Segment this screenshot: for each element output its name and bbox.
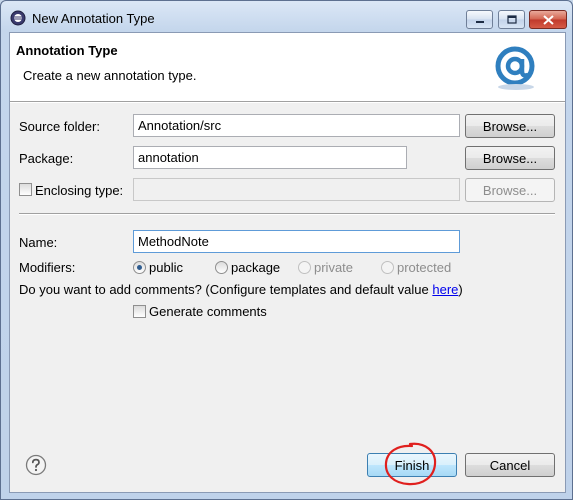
comments-question: Do you want to add comments? (Configure … <box>19 282 463 297</box>
banner-description: Create a new annotation type. <box>23 68 197 83</box>
header-banner: Annotation Type Create a new annotation … <box>10 33 565 101</box>
package-label: Package: <box>19 151 74 166</box>
title-bar[interactable]: New Annotation Type <box>1 1 572 32</box>
generate-comments-label: Generate comments <box>149 304 267 319</box>
enclosing-type-field[interactable] <box>133 178 460 201</box>
modifier-public-radio[interactable] <box>133 261 146 274</box>
package-browse-button[interactable]: Browse... <box>465 146 555 170</box>
source-folder-label: Source folder: <box>19 119 100 134</box>
form-separator <box>19 213 555 215</box>
close-icon <box>542 14 554 25</box>
cancel-button[interactable]: Cancel <box>465 453 555 477</box>
eclipse-icon <box>10 10 26 26</box>
source-folder-field[interactable]: Annotation/src <box>133 114 460 137</box>
modifier-protected-label: protected <box>397 260 452 275</box>
modifier-private-label: private <box>314 260 354 275</box>
modifiers-label: Modifiers: <box>19 260 76 275</box>
annotation-logo-icon <box>495 46 535 90</box>
name-field[interactable]: MethodNote <box>133 230 460 253</box>
generate-comments-checkbox[interactable] <box>133 305 146 318</box>
modifier-package-radio[interactable] <box>215 261 228 274</box>
banner-title: Annotation Type <box>16 43 118 58</box>
comments-question-text: Do you want to add comments? (Configure … <box>19 282 433 297</box>
banner-separator <box>10 101 565 103</box>
enclosing-type-browse-button[interactable]: Browse... <box>465 178 555 202</box>
dialog-window: New Annotation Type Annotation Type Crea… <box>0 0 573 500</box>
comments-question-suffix: ) <box>458 282 463 297</box>
help-icon[interactable] <box>25 454 47 476</box>
modifier-package-label: package <box>231 260 281 275</box>
modifier-protected-radio[interactable] <box>381 261 394 274</box>
enclosing-type-label: Enclosing type: <box>35 183 124 198</box>
package-field[interactable]: annotation <box>133 146 407 169</box>
enclosing-type-checkbox[interactable] <box>19 183 32 196</box>
window-title: New Annotation Type <box>32 11 155 26</box>
name-label: Name: <box>19 235 58 250</box>
modifier-private-radio[interactable] <box>298 261 311 274</box>
maximize-icon <box>506 15 517 24</box>
finish-button[interactable]: Finish <box>367 453 457 477</box>
dialog-content: Annotation Type Create a new annotation … <box>9 32 566 493</box>
minimize-button[interactable] <box>466 10 493 29</box>
close-button[interactable] <box>529 10 567 29</box>
source-folder-browse-button[interactable]: Browse... <box>465 114 555 138</box>
modifier-public-label: public <box>149 260 183 275</box>
configure-templates-link[interactable]: here <box>432 282 458 297</box>
minimize-icon <box>475 20 484 23</box>
maximize-button[interactable] <box>498 10 525 29</box>
